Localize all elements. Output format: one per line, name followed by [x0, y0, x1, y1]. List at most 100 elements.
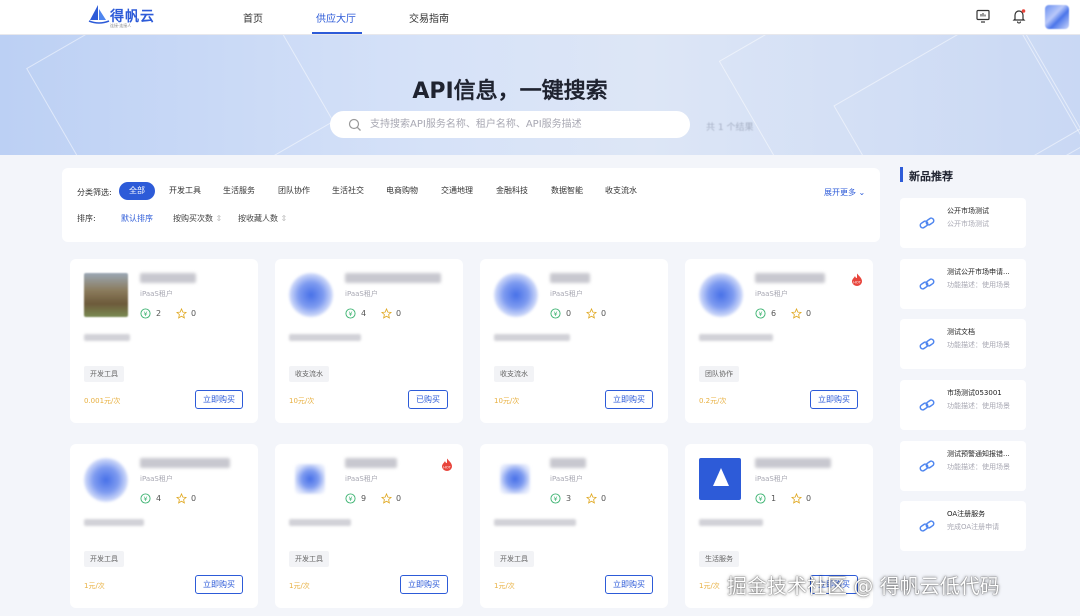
sort-label: 排序: — [77, 214, 96, 223]
svg-text:HOT: HOT — [853, 281, 861, 285]
new-product-desc: 功能描述：使用场景 — [947, 463, 1010, 471]
new-product-item[interactable]: 公开市场测试 公开市场测试 — [900, 198, 1026, 248]
sort-by-favorites-label: 按收藏人数 — [238, 214, 278, 223]
new-product-item[interactable]: 测试预警通知报错... 功能描述：使用场景 — [900, 441, 1026, 491]
link-icon — [919, 460, 935, 472]
category-chip-ecommerce[interactable]: 电商购物 — [386, 182, 418, 200]
category-chip-life-service[interactable]: 生活服务 — [223, 182, 255, 200]
new-product-item[interactable]: 测试文档 功能描述：使用场景 — [900, 319, 1026, 369]
product-category-tag: 收支流水 — [494, 366, 534, 382]
favorite-count: 0 — [806, 494, 812, 503]
product-card[interactable]: HOT iPaaS租户 ¥ 9 0 开发工具 1元/次 立即购买 — [275, 444, 463, 608]
product-thumbnail — [699, 458, 741, 500]
favorite-count: 0 — [601, 309, 607, 318]
star-icon[interactable] — [791, 493, 802, 504]
search-box[interactable] — [330, 111, 690, 138]
category-chip-dev-tools[interactable]: 开发工具 — [169, 182, 201, 200]
product-name-redacted — [755, 458, 831, 468]
link-icon — [919, 217, 935, 229]
category-chip-all[interactable]: 全部 — [119, 182, 155, 200]
product-card[interactable]: iPaaS租户 ¥ 2 0 开发工具 0.001元/次 立即购买 — [70, 259, 258, 423]
a-logo-icon — [713, 468, 729, 486]
expand-more-link[interactable]: 展开更多 ⌄ — [824, 187, 865, 198]
logo[interactable]: 得帆云 连接·连接人 — [88, 4, 158, 30]
favorite-count: 0 — [396, 494, 402, 503]
product-desc-redacted — [699, 334, 773, 341]
product-price: 10元/次 — [494, 397, 520, 405]
avatar[interactable] — [1045, 5, 1069, 29]
star-icon[interactable] — [586, 493, 597, 504]
screen-icon[interactable] — [975, 8, 991, 24]
new-product-item[interactable]: 测试公开市场申请... 功能描述：使用场景 — [900, 259, 1026, 309]
purchase-count-icon: ¥ — [550, 308, 561, 319]
star-icon[interactable] — [586, 308, 597, 319]
product-tenant: iPaaS租户 — [345, 290, 378, 298]
sort-default[interactable]: 默认排序 — [121, 213, 153, 224]
purchase-count: 6 — [771, 309, 777, 318]
favorite-count: 0 — [191, 309, 197, 318]
product-thumbnail — [84, 458, 128, 502]
nav-supply-hall[interactable]: 供应大厅 — [316, 10, 356, 25]
sort-by-purchases[interactable]: 按购买次数 ⇕ — [173, 213, 222, 224]
new-product-item[interactable]: 市场测试053001 功能描述：使用场景 — [900, 380, 1026, 430]
purchase-count: 1 — [771, 494, 777, 503]
buy-now-button[interactable]: 立即购买 — [195, 575, 243, 594]
buy-now-button[interactable]: 立即购买 — [605, 390, 653, 409]
product-name-redacted — [755, 273, 825, 283]
star-icon[interactable] — [176, 308, 187, 319]
bell-icon[interactable] — [1011, 8, 1027, 24]
hero-banner: API信息，一键搜索 共 1 个结果 — [0, 35, 1080, 155]
product-desc-redacted — [494, 519, 576, 526]
category-chip-social[interactable]: 生活社交 — [332, 182, 364, 200]
buy-now-button[interactable]: 立即购买 — [400, 575, 448, 594]
new-product-desc: 公开市场测试 — [947, 220, 989, 228]
product-name-redacted — [550, 458, 586, 468]
category-chip-transport-geo[interactable]: 交通地理 — [441, 182, 473, 200]
buy-now-button[interactable]: 立即购买 — [810, 390, 858, 409]
new-product-desc: 功能描述：使用场景 — [947, 341, 1010, 349]
purchase-count-icon: ¥ — [345, 493, 356, 504]
category-chip-data-intel[interactable]: 数据智能 — [551, 182, 583, 200]
star-icon[interactable] — [176, 493, 187, 504]
purchase-count: 4 — [361, 309, 367, 318]
sort-by-favorites[interactable]: 按收藏人数 ⇕ — [238, 213, 287, 224]
nav-active-indicator — [312, 32, 362, 34]
hot-flame-icon: HOT — [442, 458, 452, 471]
category-chip-cashflow[interactable]: 收支流水 — [605, 182, 637, 200]
new-product-item[interactable]: OA注册服务 完成OA注册申请 — [900, 501, 1026, 551]
section-accent-bar — [900, 167, 903, 182]
purchase-count: 4 — [156, 494, 162, 503]
nav-trade-guide[interactable]: 交易指南 — [409, 10, 449, 25]
search-input[interactable] — [370, 116, 680, 133]
product-desc-redacted — [84, 519, 144, 526]
search-icon[interactable] — [348, 118, 362, 132]
sort-arrows-icon: ⇕ — [280, 214, 288, 223]
star-icon[interactable] — [381, 308, 392, 319]
star-icon[interactable] — [791, 308, 802, 319]
product-tenant: iPaaS租户 — [550, 290, 583, 298]
link-icon — [919, 338, 935, 350]
product-card[interactable]: iPaaS租户 ¥ 0 0 收支流水 10元/次 立即购买 — [480, 259, 668, 423]
product-price: 0.2元/次 — [699, 397, 727, 405]
product-card[interactable]: iPaaS租户 ¥ 3 0 开发工具 1元/次 立即购买 — [480, 444, 668, 608]
purchase-count-icon: ¥ — [140, 308, 151, 319]
purchased-button[interactable]: 已购买 — [408, 390, 448, 409]
product-thumbnail — [494, 273, 538, 317]
nav-home[interactable]: 首页 — [243, 10, 263, 25]
product-card[interactable]: HOT iPaaS租户 ¥ 6 0 团队协作 0.2元/次 立即购买 — [685, 259, 873, 423]
category-chip-fintech[interactable]: 金融科技 — [496, 182, 528, 200]
product-thumbnail — [699, 273, 743, 317]
new-product-desc: 功能描述：使用场景 — [947, 402, 1010, 410]
category-chip-team-collab[interactable]: 团队协作 — [278, 182, 310, 200]
buy-now-button[interactable]: 立即购买 — [605, 575, 653, 594]
buy-now-button[interactable]: 立即购买 — [195, 390, 243, 409]
product-card[interactable]: iPaaS租户 ¥ 4 0 收支流水 10元/次 已购买 — [275, 259, 463, 423]
product-price: 1元/次 — [699, 582, 720, 590]
purchase-count: 2 — [156, 309, 162, 318]
favorite-count: 0 — [601, 494, 607, 503]
product-thumbnail — [500, 464, 530, 494]
product-desc-redacted — [289, 519, 351, 526]
star-icon[interactable] — [381, 493, 392, 504]
product-card[interactable]: iPaaS租户 ¥ 4 0 开发工具 1元/次 立即购买 — [70, 444, 258, 608]
sailboat-logo-icon — [88, 5, 110, 24]
